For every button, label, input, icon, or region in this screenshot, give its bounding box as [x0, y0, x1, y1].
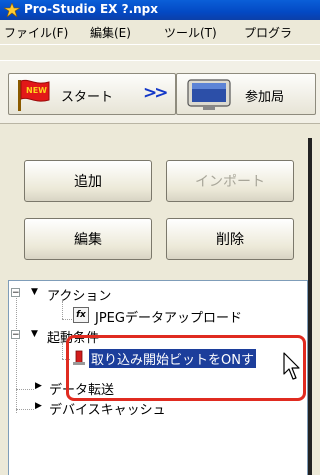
window-title: Pro-Studio EX ?.npx [24, 2, 159, 16]
edit-button[interactable]: 編集 [24, 218, 152, 260]
tree-node-label: デバイスキャッシュ [49, 403, 166, 418]
triangle-right-icon: ▶ [35, 401, 42, 411]
menu-bar: ファイル(F) 編集(E) ツール(T) プログラ [0, 20, 320, 44]
function-icon: fx [73, 307, 89, 323]
mouse-cursor-icon [283, 352, 300, 380]
monitor-icon [187, 79, 231, 110]
collapse-icon[interactable]: − [11, 330, 20, 340]
tree-connector [16, 389, 34, 390]
menu-file[interactable]: ファイル(F) [4, 24, 68, 41]
tree-connector [62, 319, 72, 320]
new-badge-text: NEW [26, 86, 47, 95]
triangle-down-icon: ▼ [31, 287, 38, 297]
delete-button[interactable]: 削除 [166, 218, 294, 260]
start-button[interactable]: NEW スタート >> [8, 73, 176, 115]
title-bar: Pro-Studio EX ?.npx [0, 0, 320, 20]
triangle-right-icon: ▶ [35, 381, 42, 391]
add-button[interactable]: 追加 [24, 160, 152, 202]
app-icon [4, 3, 20, 17]
toolbar: NEW スタート >> 参加局 [0, 60, 320, 124]
tree-connector [16, 293, 17, 413]
tree-node-label: アクション [47, 289, 112, 304]
next-arrow-icon: >> [143, 83, 168, 103]
import-button[interactable]: インポート [166, 160, 294, 202]
highlight-frame [66, 335, 306, 401]
menu-edit[interactable]: 編集(E) [90, 24, 131, 41]
collapse-icon[interactable]: − [11, 288, 20, 298]
reference-station-button[interactable]: 参加局 [176, 73, 316, 115]
tree-item-label: JPEGデータアップロード [95, 311, 242, 326]
triangle-down-icon: ▼ [31, 329, 38, 339]
new-flag-icon: NEW [18, 79, 50, 111]
menu-tools[interactable]: ツール(T) [164, 24, 217, 41]
menu-program[interactable]: プログラ [244, 24, 292, 41]
start-label: スタート [61, 90, 114, 105]
tree-connector [16, 409, 34, 410]
reference-station-label: 参加局 [245, 90, 285, 105]
